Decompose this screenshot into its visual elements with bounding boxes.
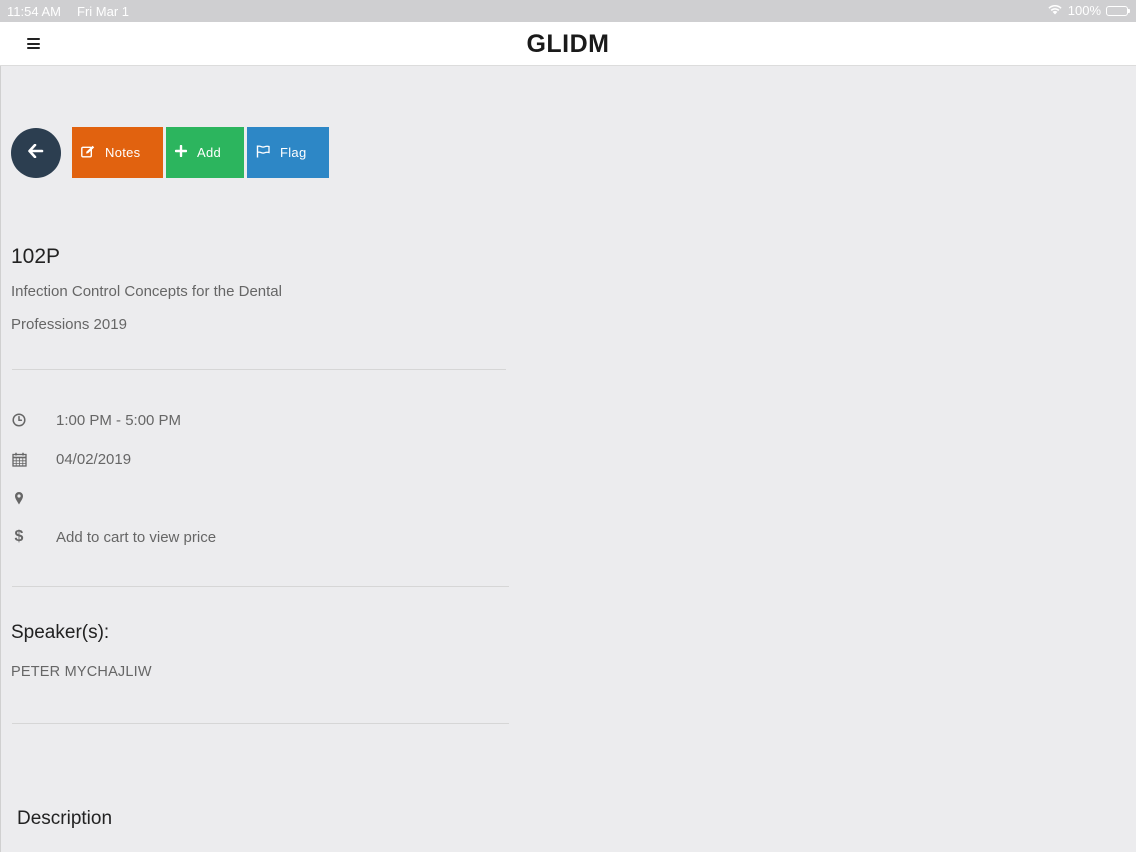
wifi-icon [1047,3,1063,18]
map-marker-icon [11,490,27,506]
date-text: 04/02/2019 [56,450,132,468]
speakers-heading: Speaker(s): [11,622,110,643]
status-date: Fri Mar 1 [77,4,129,19]
location-row [11,488,27,508]
time-row: 1:00 PM - 5:00 PM [11,410,181,430]
arrow-left-icon [28,143,44,163]
app-title: GLIDM [526,30,610,58]
course-title: Infection Control Concepts for the Denta… [11,283,282,333]
divider [12,369,506,370]
back-button[interactable] [11,128,61,178]
edit-icon [81,145,95,161]
course-code: 102P [11,245,61,268]
status-indicators: 100% [1047,3,1130,18]
add-button[interactable]: Add [166,127,244,178]
dollar-icon: $ [14,528,24,545]
price-text: Add to cart to view price [56,528,217,546]
flag-button-label: Flag [280,145,307,160]
notes-button[interactable]: Notes [72,127,163,178]
divider [12,586,509,587]
description-heading: Description [17,808,113,829]
speaker-name: PETER MYCHAJLIW [11,664,152,680]
calendar-icon [11,451,27,467]
plus-icon [174,144,188,160]
add-button-label: Add [197,145,222,160]
date-row: 04/02/2019 [11,449,131,469]
battery-percent: 100% [1067,3,1101,18]
nav-bar: GLIDM [0,22,1136,66]
content-left-border [0,66,1,852]
battery-icon [1106,5,1130,16]
notes-button-label: Notes [105,145,141,160]
divider [12,723,509,724]
price-row: $ Add to cart to view price [11,527,217,547]
flag-icon [256,144,270,161]
clock-icon [11,412,27,428]
status-bar: 11:54 AM Fri Mar 1 100% [0,0,1136,22]
status-time: 11:54 AM [7,4,61,19]
flag-button[interactable]: Flag [247,127,329,178]
time-text: 1:00 PM - 5:00 PM [56,411,182,429]
